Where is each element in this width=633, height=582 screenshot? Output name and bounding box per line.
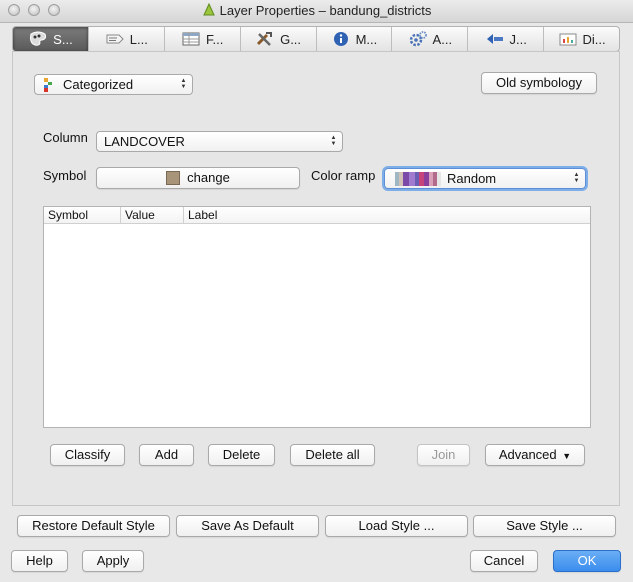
tab-label: J... — [509, 31, 527, 47]
title-bar: Layer Properties – bandung_districts — [0, 0, 633, 23]
tab-label: L... — [129, 31, 148, 47]
tab-style[interactable]: S... — [13, 27, 89, 51]
ok-button[interactable]: OK — [553, 550, 621, 572]
categories-table[interactable]: Symbol Value Label — [43, 206, 591, 428]
tab-fields[interactable]: F... — [165, 27, 241, 51]
add-button[interactable]: Add — [139, 444, 194, 466]
cancel-button[interactable]: Cancel — [470, 550, 538, 572]
color-ramp-value: Random — [447, 171, 497, 186]
style-panel: Categorized ▲ ▼ Old symbology Column LAND… — [12, 51, 620, 506]
symbol-swatch — [166, 171, 181, 185]
table-header: Symbol Value Label — [44, 207, 590, 224]
save-as-default-button[interactable]: Save As Default — [176, 515, 319, 537]
metadata-icon — [333, 32, 348, 46]
tab-diagrams[interactable]: Di... — [544, 27, 619, 51]
tab-label: Di... — [582, 31, 606, 47]
tab-label: A... — [432, 31, 453, 47]
general-icon — [257, 32, 273, 46]
tab-label: S... — [53, 31, 73, 47]
dropdown-arrow-icon: ▼ — [562, 451, 572, 461]
actions-icon — [409, 31, 427, 47]
restore-default-style-button[interactable]: Restore Default Style — [17, 515, 170, 537]
tab-joins[interactable]: J... — [468, 27, 545, 51]
delete-all-button[interactable]: Delete all — [290, 444, 375, 466]
load-style-button[interactable]: Load Style ... — [325, 515, 468, 537]
tab-actions[interactable]: A... — [392, 27, 469, 51]
column-header-value[interactable]: Value — [121, 207, 184, 223]
column-select[interactable]: LANDCOVER ▲ ▼ — [96, 131, 343, 152]
column-header-symbol[interactable]: Symbol — [44, 207, 121, 223]
renderer-select[interactable]: Categorized ▲ ▼ — [34, 74, 193, 95]
tab-label: F... — [206, 31, 224, 47]
column-value: LANDCOVER — [104, 134, 185, 149]
window-title-container: Layer Properties – bandung_districts — [0, 3, 633, 18]
join-button[interactable]: Join — [417, 444, 470, 466]
color-ramp-label: Color ramp — [311, 168, 376, 183]
advanced-button[interactable]: Advanced ▼ — [485, 444, 585, 466]
categorized-icon — [44, 78, 52, 92]
updown-arrows-icon: ▲ ▼ — [573, 172, 580, 184]
symbol-label: Symbol — [43, 168, 87, 183]
window-title: Layer Properties – bandung_districts — [219, 3, 432, 18]
labels-icon — [106, 34, 124, 44]
delete-button[interactable]: Delete — [208, 444, 275, 466]
qgis-icon — [202, 3, 215, 16]
old-symbology-button[interactable]: Old symbology — [481, 72, 597, 94]
layer-properties-window: Layer Properties – bandung_districts S..… — [0, 0, 633, 582]
random-ramp-preview — [395, 172, 441, 186]
advanced-label: Advanced — [498, 447, 557, 462]
help-button[interactable]: Help — [11, 550, 68, 572]
diagrams-icon — [559, 33, 576, 46]
style-icon — [30, 31, 47, 46]
joins-icon — [486, 34, 503, 44]
tab-general[interactable]: G... — [241, 27, 317, 51]
tab-metadata[interactable]: M... — [317, 27, 393, 51]
updown-arrows-icon: ▲ ▼ — [180, 78, 187, 90]
tab-label: G... — [280, 31, 302, 47]
tab-label: M... — [355, 31, 378, 47]
symbol-change-button[interactable]: change — [96, 167, 300, 189]
renderer-value: Categorized — [63, 77, 134, 92]
fields-icon — [182, 32, 200, 46]
symbol-change-label: change — [187, 170, 230, 185]
classify-button[interactable]: Classify — [50, 444, 125, 466]
tab-bar: S... L... F... G... M... A... J... Di... — [12, 26, 620, 52]
updown-arrows-icon: ▲ ▼ — [330, 135, 337, 147]
apply-button[interactable]: Apply — [82, 550, 144, 572]
column-label: Column — [43, 130, 88, 145]
save-style-button[interactable]: Save Style ... — [473, 515, 616, 537]
color-ramp-select[interactable]: Random ▲ ▼ — [384, 168, 586, 189]
tab-labels[interactable]: L... — [89, 27, 165, 51]
column-header-label[interactable]: Label — [184, 207, 304, 223]
